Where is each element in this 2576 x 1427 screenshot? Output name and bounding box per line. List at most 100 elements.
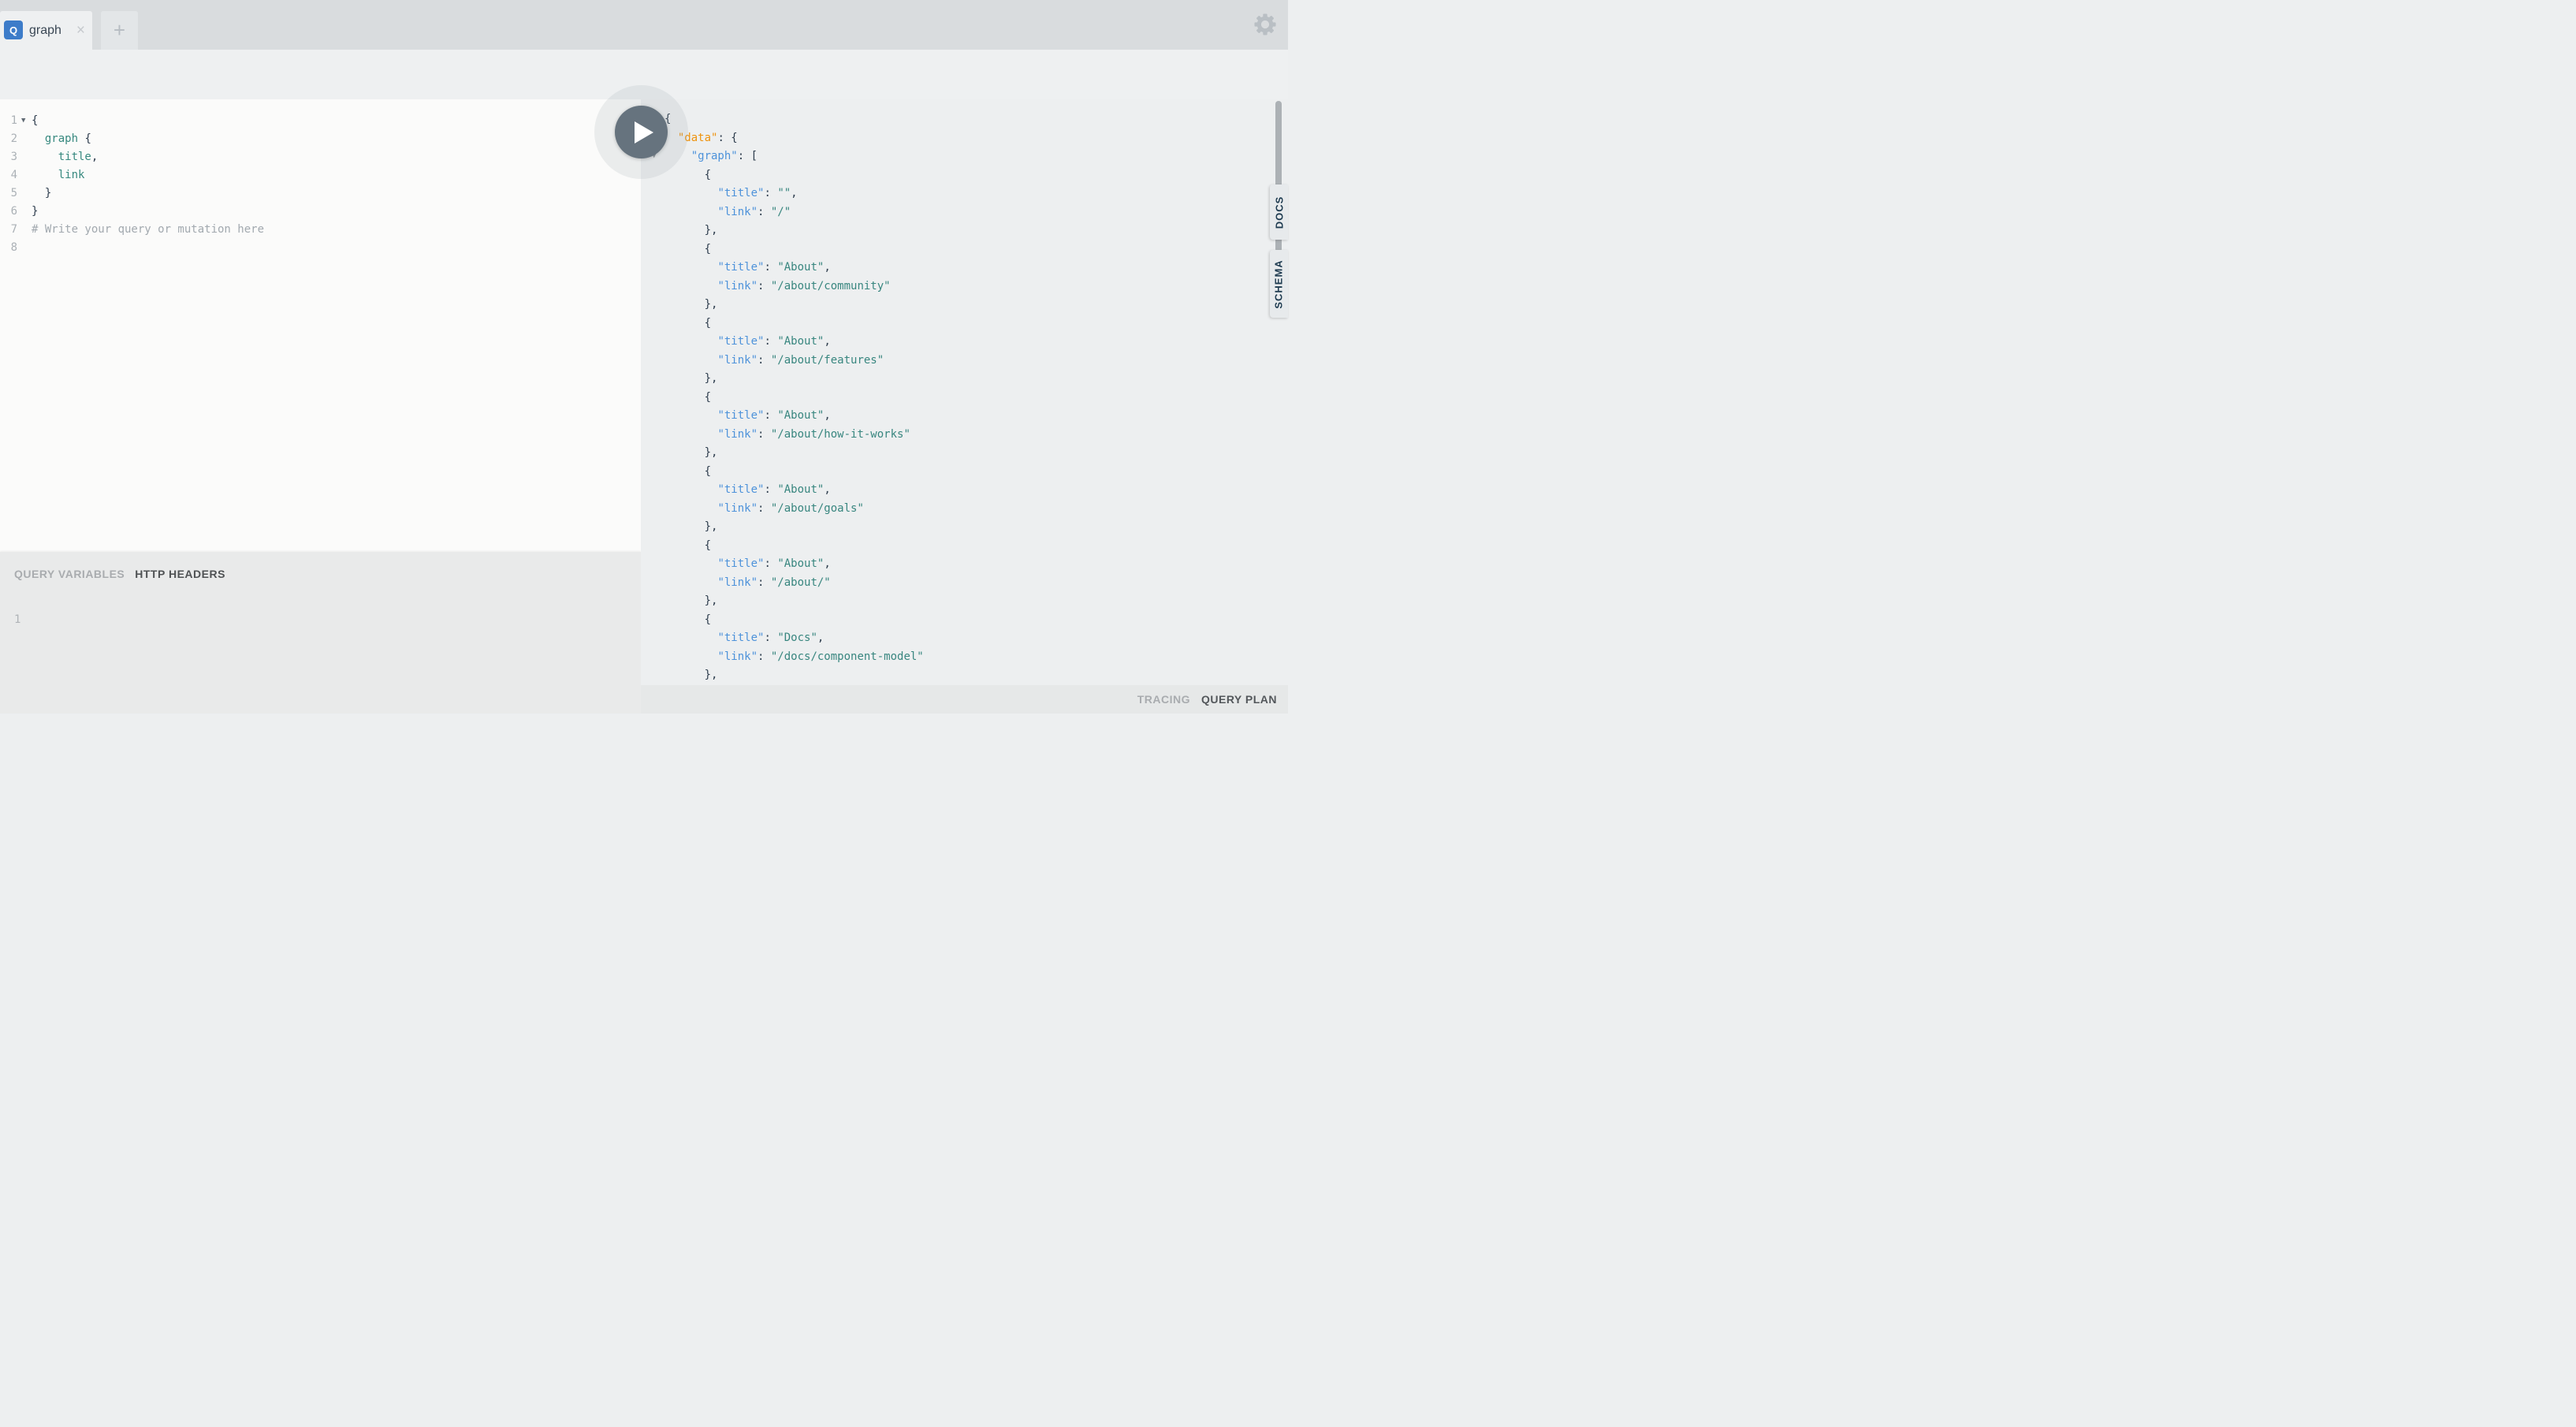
code-token xyxy=(664,150,691,162)
code-token: link xyxy=(58,169,85,181)
code-token: }, xyxy=(664,224,717,237)
variables-panel-tabs: QUERY VARIABLES HTTP HEADERS xyxy=(14,568,225,580)
query-editor-lines: 1▼{2 graph {3 title,4 link5 }6}7# Write … xyxy=(0,99,641,257)
code-token: "link" xyxy=(717,576,758,589)
query-editor[interactable]: 1▼{2 graph {3 title,4 link5 }6}7# Write … xyxy=(0,99,641,552)
side-tab-docs[interactable]: DOCS xyxy=(1270,184,1288,240)
code-token xyxy=(664,502,717,515)
code-token: "About" xyxy=(777,335,824,348)
code-token: "About" xyxy=(777,483,824,496)
code-token: : xyxy=(758,576,771,589)
line-number: 7 xyxy=(0,221,17,239)
side-tab-schema[interactable]: SCHEMA xyxy=(1270,250,1288,318)
response-pane[interactable]: ▼{▼ "data": {▼ "graph": [ { "title": "",… xyxy=(641,99,1288,714)
footer-bar: TRACING QUERY PLAN xyxy=(641,685,1288,714)
code-token xyxy=(32,132,45,145)
code-token xyxy=(664,650,717,663)
tab-http-headers[interactable]: HTTP HEADERS xyxy=(135,568,225,580)
response-line: }, xyxy=(641,592,1288,611)
code-token: "title" xyxy=(717,557,764,570)
code-text: link xyxy=(32,166,84,184)
code-token: "title" xyxy=(717,335,764,348)
code-token: : xyxy=(764,261,777,274)
code-token: : xyxy=(764,557,777,570)
code-token: : xyxy=(764,187,777,199)
code-token: : xyxy=(758,280,771,292)
code-token: , xyxy=(824,483,830,496)
code-line: 7 # Write your query or mutation here xyxy=(0,221,641,239)
tracing-tab[interactable]: TRACING xyxy=(1137,693,1190,706)
query-tab[interactable]: Q graph × xyxy=(0,11,92,50)
code-token: "/" xyxy=(771,206,791,218)
line-number: 3 xyxy=(0,148,17,166)
code-token xyxy=(664,354,717,367)
response-line: "title": "", xyxy=(641,184,1288,203)
code-token: "title" xyxy=(717,187,764,199)
response-line: "link": "/docs/component-model" xyxy=(641,648,1288,667)
code-token xyxy=(664,409,717,422)
response-line: { xyxy=(641,463,1288,482)
response-line: "title": "About", xyxy=(641,259,1288,278)
code-token xyxy=(664,280,717,292)
code-token: "link" xyxy=(717,502,758,515)
code-line: 6} xyxy=(0,203,641,221)
code-token xyxy=(664,187,717,199)
variables-panel: QUERY VARIABLES HTTP HEADERS 1 xyxy=(0,552,641,714)
fold-arrow-icon[interactable]: ▼ xyxy=(21,112,25,130)
new-tab-button[interactable]: + xyxy=(101,11,138,50)
code-token: : xyxy=(758,354,771,367)
code-token: { xyxy=(78,132,91,145)
code-token: "link" xyxy=(717,650,758,663)
code-token: "data" xyxy=(678,132,718,144)
code-token: "/docs/component-model" xyxy=(771,650,924,663)
response-line: "link": "/about/community" xyxy=(641,278,1288,296)
code-token: , xyxy=(91,151,98,163)
code-token: { xyxy=(664,169,711,181)
code-token: }, xyxy=(664,594,717,607)
play-icon xyxy=(635,121,653,143)
code-token: { xyxy=(664,465,711,478)
code-token: "graph" xyxy=(691,150,738,162)
plus-icon: + xyxy=(114,18,125,43)
variables-line-number: 1 xyxy=(14,613,20,626)
code-line: 3 title, xyxy=(0,148,641,166)
code-token: : [ xyxy=(738,150,758,162)
settings-gear-icon[interactable] xyxy=(1254,13,1276,35)
code-token: : xyxy=(764,632,777,644)
code-token: { xyxy=(664,613,711,626)
response-line: }, xyxy=(641,518,1288,537)
response-line: ▼ "graph": [ xyxy=(641,147,1288,166)
line-number: 1 xyxy=(0,112,17,130)
tab-bar: Q graph × + xyxy=(0,0,1288,50)
code-token xyxy=(32,169,58,181)
graphql-playground-window: { "tabs": { "active": { "type_badge": "Q… xyxy=(0,0,1288,714)
query-plan-tab[interactable]: QUERY PLAN xyxy=(1201,693,1277,706)
response-line: "link": "/about/how-it-works" xyxy=(641,426,1288,445)
tab-close-icon[interactable]: × xyxy=(76,11,85,50)
code-token: }, xyxy=(664,298,717,311)
response-line: "title": "Docs", xyxy=(641,629,1288,648)
code-token: { xyxy=(664,539,711,552)
response-line: { xyxy=(641,166,1288,185)
response-line: { xyxy=(641,315,1288,333)
code-token: : xyxy=(764,483,777,496)
docs-tab-label: DOCS xyxy=(1273,196,1285,229)
code-token: , xyxy=(824,261,830,274)
line-number: 5 xyxy=(0,184,17,203)
code-token: , xyxy=(824,409,830,422)
code-token: : xyxy=(764,409,777,422)
code-token: }, xyxy=(664,669,717,681)
code-token: graph xyxy=(45,132,78,145)
response-line: "link": "/" xyxy=(641,203,1288,222)
code-text: # Write your query or mutation here xyxy=(32,221,264,239)
tab-query-variables[interactable]: QUERY VARIABLES xyxy=(14,568,125,580)
response-lines: ▼{▼ "data": {▼ "graph": [ { "title": "",… xyxy=(641,99,1288,685)
code-token: }, xyxy=(664,520,717,533)
code-token: "link" xyxy=(717,428,758,441)
response-line: { xyxy=(641,240,1288,259)
code-token: "link" xyxy=(717,206,758,218)
code-token xyxy=(664,335,717,348)
code-token: { xyxy=(32,114,38,127)
code-token: "About" xyxy=(777,557,824,570)
play-button[interactable] xyxy=(615,106,668,158)
